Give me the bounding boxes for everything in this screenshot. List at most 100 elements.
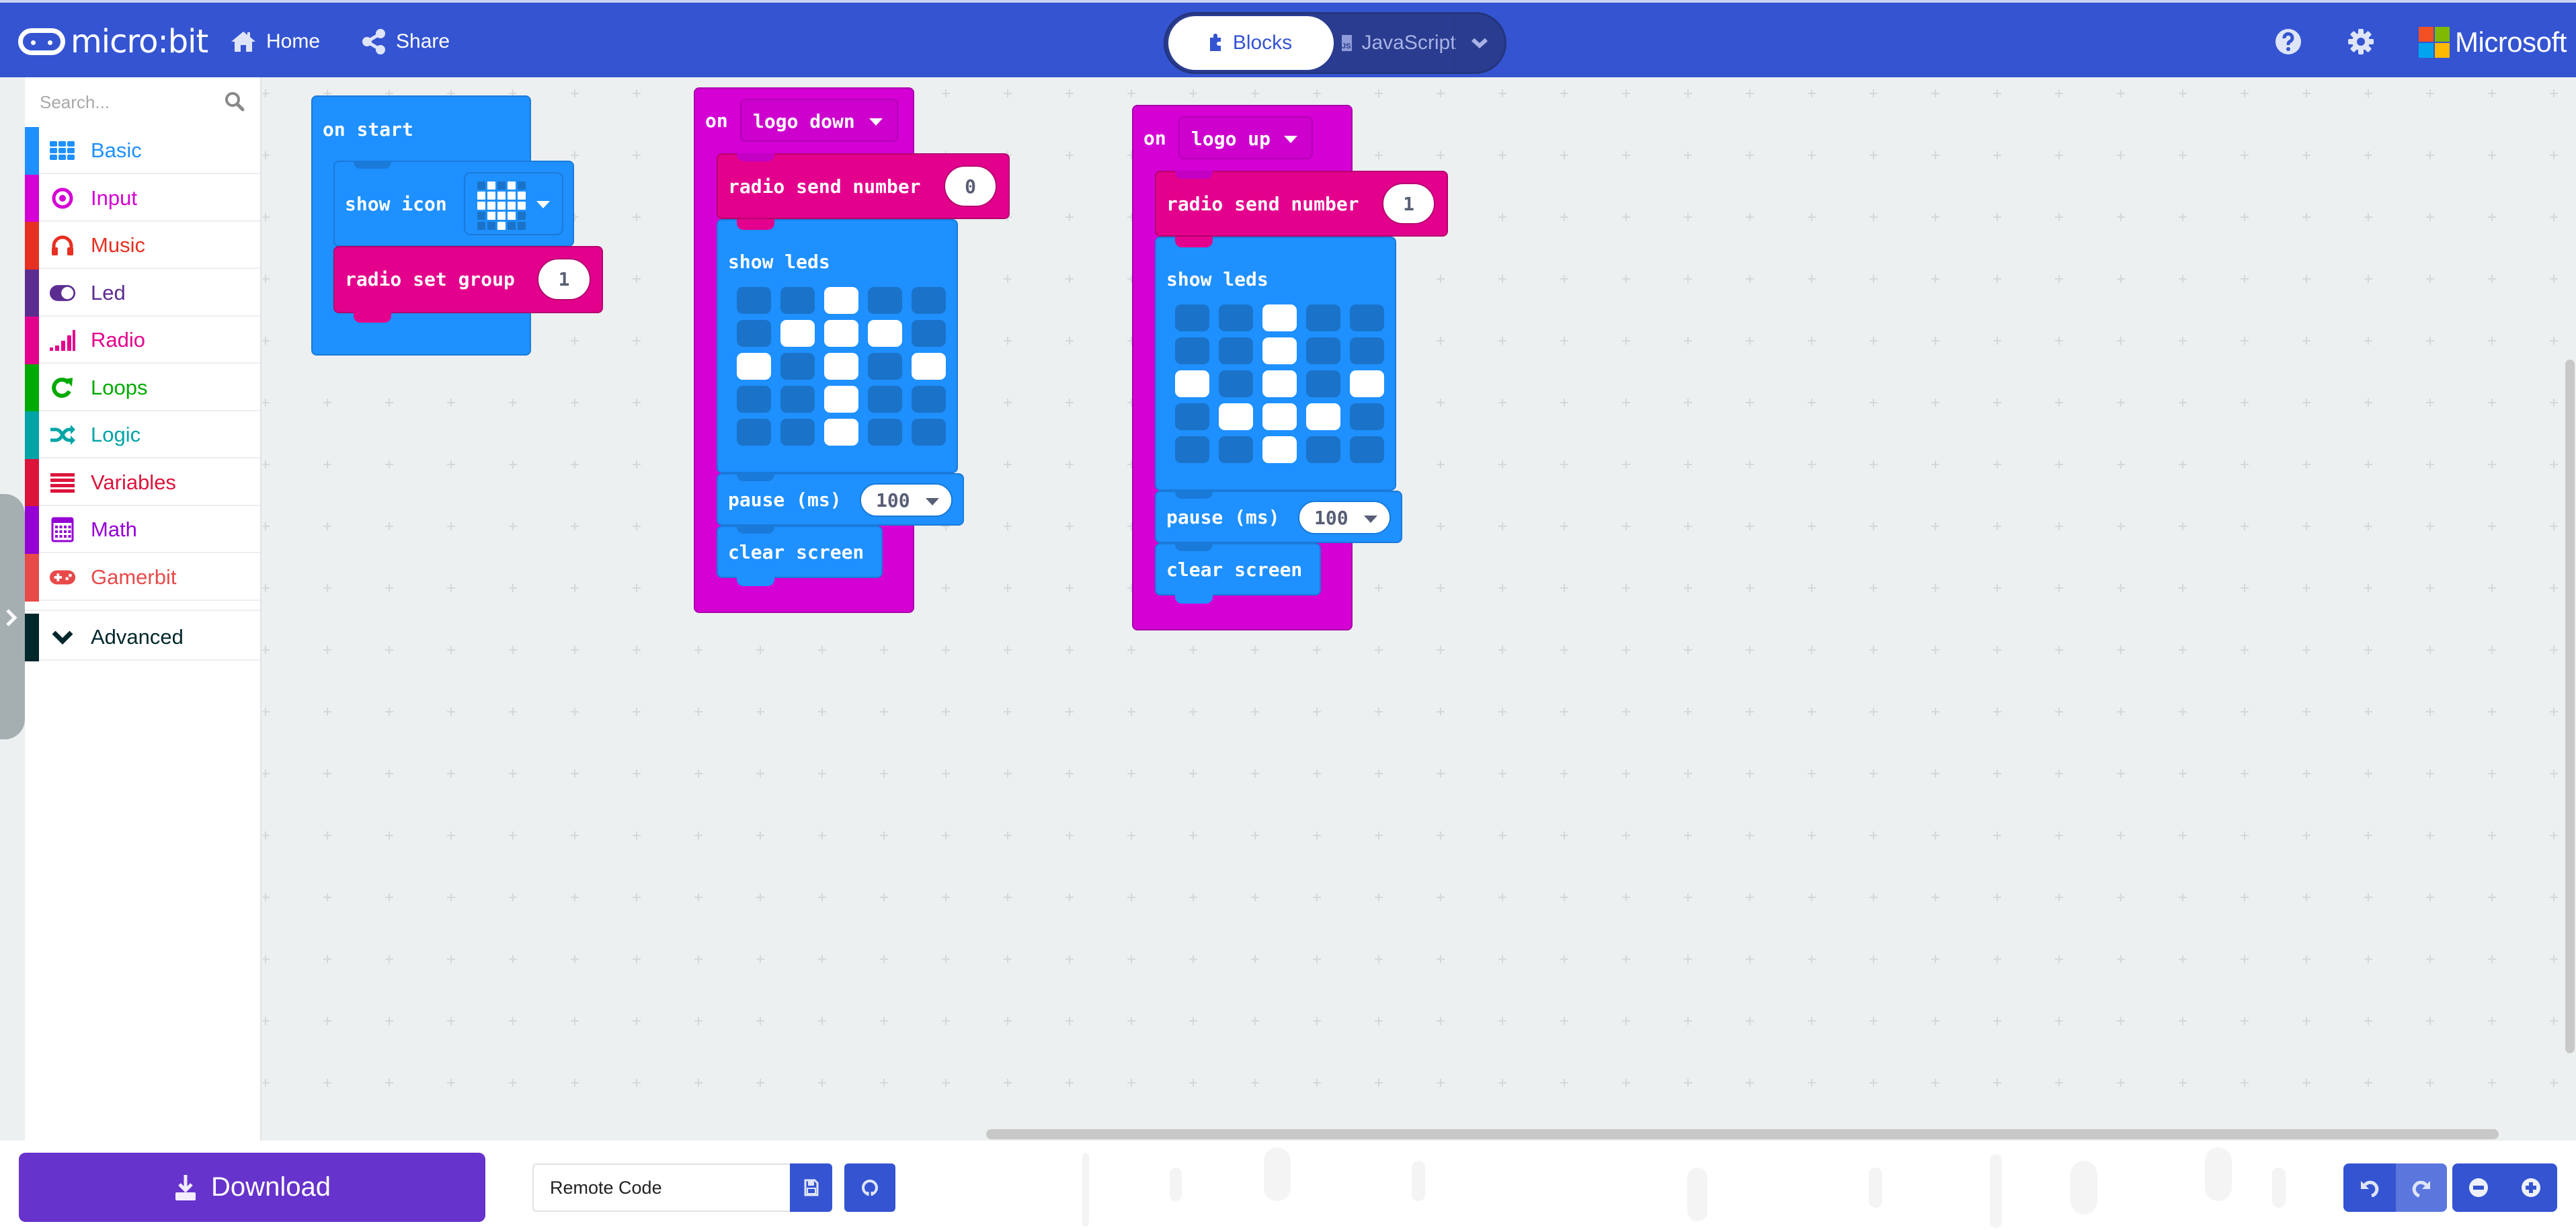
pause-duration-dropdown[interactable]: 100	[860, 483, 953, 517]
led-cell[interactable]	[1219, 436, 1253, 463]
led-cell[interactable]	[868, 320, 902, 347]
horizontal-scrollbar[interactable]	[986, 1129, 2499, 1139]
icon-pixel	[487, 212, 495, 220]
led-cell[interactable]	[737, 386, 771, 413]
save-button[interactable]	[790, 1163, 832, 1212]
led-cell[interactable]	[824, 320, 858, 347]
download-button[interactable]: Download	[19, 1153, 485, 1222]
event-dropdown[interactable]: logo down	[740, 99, 898, 142]
simulator-expand-tab[interactable]	[0, 494, 25, 739]
led-cell[interactable]	[780, 386, 815, 413]
led-cell[interactable]	[824, 386, 858, 413]
led-cell[interactable]	[1350, 403, 1384, 430]
led-cell[interactable]	[912, 320, 946, 347]
icon-pixel	[487, 202, 495, 210]
led-cell[interactable]	[1350, 436, 1384, 463]
led-cell[interactable]	[1306, 304, 1340, 331]
toolbox-item-radio[interactable]: Radio	[25, 317, 260, 364]
editor-menu-dropdown[interactable]	[1455, 16, 1504, 70]
led-cell[interactable]	[1262, 436, 1297, 463]
event-dropdown[interactable]: logo up	[1178, 116, 1313, 159]
led-cell[interactable]	[912, 419, 946, 446]
toolbox-item-basic[interactable]: Basic	[25, 127, 260, 175]
led-cell[interactable]	[824, 353, 858, 380]
home-button[interactable]: Home	[230, 23, 320, 60]
led-cell[interactable]	[1219, 337, 1253, 364]
led-cell[interactable]	[780, 419, 815, 446]
zoom-out-button[interactable]	[2452, 1163, 2505, 1212]
led-cell[interactable]	[1219, 304, 1253, 331]
led-cell[interactable]	[1306, 337, 1340, 364]
dropdown-caret-icon	[1364, 516, 1377, 523]
led-cell[interactable]	[1262, 304, 1297, 331]
led-cell[interactable]	[1175, 370, 1209, 397]
led-cell[interactable]	[1175, 304, 1209, 331]
tab-blocks-label: Blocks	[1232, 32, 1293, 54]
led-cell[interactable]	[1306, 436, 1340, 463]
led-cell[interactable]	[868, 287, 902, 314]
tab-javascript[interactable]: JS JavaScript	[1342, 16, 1456, 70]
pause-duration-dropdown[interactable]: 100	[1298, 501, 1391, 534]
led-cell[interactable]	[1175, 436, 1209, 463]
led-cell[interactable]	[737, 353, 771, 380]
microbit-logo[interactable]: micro:bit	[18, 23, 208, 60]
project-name-input[interactable]	[532, 1163, 791, 1212]
led-cell[interactable]	[737, 320, 771, 347]
undo-button[interactable]	[2343, 1163, 2396, 1212]
led-cell[interactable]	[780, 287, 815, 314]
vertical-scrollbar[interactable]	[2565, 360, 2575, 1053]
led-cell[interactable]	[1350, 337, 1384, 364]
led-cell[interactable]	[912, 287, 946, 314]
calculator-icon	[49, 516, 76, 543]
category-color-strip	[25, 127, 39, 175]
led-cell[interactable]	[780, 320, 815, 347]
toolbox-item-math[interactable]: Math	[25, 506, 260, 554]
send-number-input[interactable]: 0	[944, 165, 997, 207]
github-button[interactable]	[844, 1163, 895, 1212]
led-cell[interactable]	[912, 353, 946, 380]
zoom-in-button[interactable]	[2505, 1163, 2557, 1212]
toolbox-item-variables[interactable]: Variables	[25, 458, 260, 507]
toolbox-item-led[interactable]: Led	[25, 269, 260, 317]
led-cell[interactable]	[1175, 403, 1209, 430]
share-button[interactable]: Share	[361, 23, 450, 60]
toolbox-item-logic[interactable]: Logic	[25, 411, 260, 459]
icon-picker-dropdown[interactable]	[464, 172, 563, 235]
search-icon[interactable]	[224, 91, 245, 112]
led-cell[interactable]	[1175, 337, 1209, 364]
toolbox-item-input[interactable]: Input	[25, 174, 260, 222]
led-cell[interactable]	[1262, 370, 1297, 397]
led-cell[interactable]	[1306, 370, 1340, 397]
led-cell[interactable]	[1306, 403, 1340, 430]
block-label: show icon	[345, 193, 447, 215]
led-cell[interactable]	[780, 353, 815, 380]
led-cell[interactable]	[912, 386, 946, 413]
led-cell[interactable]	[868, 419, 902, 446]
led-cell[interactable]	[1262, 403, 1297, 430]
toolbox-item-advanced[interactable]: Advanced	[25, 614, 260, 661]
led-cell[interactable]	[1350, 304, 1384, 331]
search-input[interactable]	[40, 88, 214, 116]
share-icon	[362, 29, 385, 54]
toolbox-item-music[interactable]: Music	[25, 222, 260, 270]
led-cell[interactable]	[1219, 403, 1253, 430]
led-cell[interactable]	[824, 287, 858, 314]
toolbox-item-gamerbit[interactable]: Gamerbit	[25, 553, 260, 602]
radio-group-input[interactable]: 1	[537, 258, 591, 300]
send-number-input[interactable]: 1	[1382, 183, 1435, 224]
settings-button[interactable]	[2346, 27, 2376, 56]
redo-button[interactable]	[2396, 1163, 2447, 1212]
led-cell[interactable]	[868, 386, 902, 413]
led-cell[interactable]	[824, 419, 858, 446]
led-cell[interactable]	[868, 353, 902, 380]
tab-blocks[interactable]: Blocks	[1168, 16, 1334, 70]
led-cell[interactable]	[1219, 370, 1253, 397]
led-cell[interactable]	[1262, 337, 1297, 364]
toolbox-item-loops[interactable]: Loops	[25, 364, 260, 412]
led-cell[interactable]	[737, 419, 771, 446]
microsoft-logo[interactable]: Microsoft	[2419, 26, 2567, 58]
led-cell[interactable]	[737, 287, 771, 314]
help-button[interactable]	[2273, 27, 2303, 56]
led-cell[interactable]	[1350, 370, 1384, 397]
blocks-workspace[interactable]	[263, 77, 2576, 1141]
